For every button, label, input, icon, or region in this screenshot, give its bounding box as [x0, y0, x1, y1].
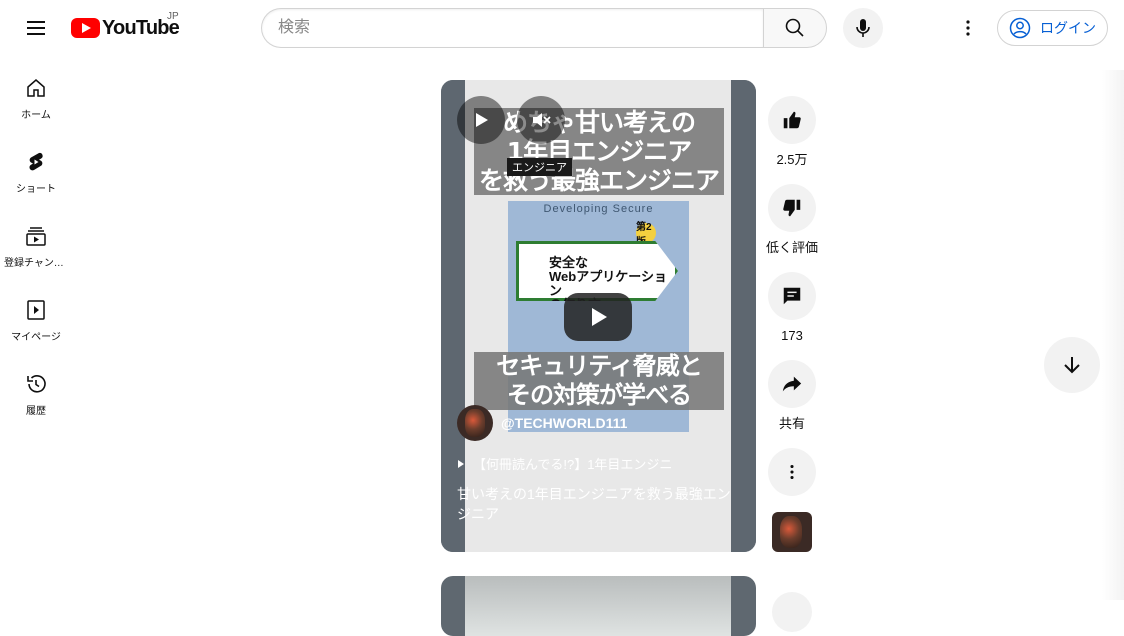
volume-off-icon [533, 113, 551, 127]
video-tag-label: エンジニア [507, 158, 572, 176]
thumbs-down-icon [783, 199, 801, 217]
library-icon [27, 300, 45, 320]
arrow-down-icon [1064, 357, 1080, 374]
next-like-button[interactable] [772, 592, 812, 632]
like-count: 2.5万 [776, 152, 808, 167]
video-title[interactable]: 甘い考えの1年目エンジニアを救う最強エンジニア [457, 484, 737, 524]
comment-action: 173 [764, 272, 820, 346]
edition-badge: 第2版 [636, 222, 656, 248]
history-icon [27, 375, 46, 393]
voice-search-button[interactable] [843, 8, 883, 48]
share-action: 共有 [764, 360, 820, 434]
like-button[interactable] [768, 96, 816, 144]
large-play-button[interactable] [564, 293, 632, 341]
sidebar-item-shorts[interactable]: ショート [0, 130, 72, 204]
channel-name[interactable]: @TECHWORLD111 [501, 415, 627, 431]
more-vert-icon [966, 20, 970, 36]
scroll-shadow [1102, 70, 1124, 600]
sound-remix-thumbnail[interactable] [772, 512, 812, 552]
search-button[interactable] [763, 8, 827, 48]
comment-count: 173 [781, 328, 803, 343]
video-pillarbox-right [731, 80, 756, 552]
sidebar-item-label: ショート [16, 184, 56, 195]
sign-line: 安全な [549, 255, 589, 270]
country-code: JP [167, 11, 179, 22]
dislike-button[interactable] [768, 184, 816, 232]
sidebar-item-label: ホーム [21, 110, 51, 121]
dislike-action: 低く評価 [764, 184, 820, 258]
sidebar-item-label: マイページ [11, 332, 61, 343]
play-icon [592, 308, 607, 326]
more-action [764, 448, 820, 496]
overlay-caption-bottom: セキュリティ脅威と その対策が学べる [474, 352, 724, 410]
more-vert-icon [790, 464, 794, 480]
sidebar-item-subscriptions[interactable]: 登録チャンネル [0, 204, 72, 278]
sidebar-item-history[interactable]: 履歴 [0, 352, 72, 426]
next-video-button[interactable] [1044, 337, 1100, 393]
share-button[interactable] [768, 360, 816, 408]
overlay-line: セキュリティ脅威と [496, 352, 703, 380]
sign-in-button[interactable]: ログイン [997, 10, 1108, 46]
settings-menu-button[interactable] [952, 12, 984, 44]
play-pause-button[interactable] [457, 96, 505, 144]
menu-icon-line [27, 33, 45, 35]
home-icon [27, 79, 45, 97]
sidebar-item-home[interactable]: ホーム [0, 56, 72, 130]
sidebar-item-you[interactable]: マイページ [0, 278, 72, 352]
like-action: 2.5万 [764, 96, 820, 170]
sign-in-label: ログイン [1040, 20, 1096, 36]
video-frame [465, 576, 731, 636]
microphone-icon [856, 19, 870, 37]
overlay-line: めちゃ甘い考えの [502, 108, 696, 137]
sidebar-item-label: 履歴 [26, 406, 46, 417]
search-icon [785, 18, 804, 37]
playlist-link[interactable]: 【何冊読んでる!?】1年目エンジニ [457, 454, 672, 473]
thumbs-up-icon [783, 111, 801, 129]
shorts-actions: 2.5万 低く評価 173 共有 [764, 96, 820, 552]
share-icon [782, 376, 802, 392]
playlist-label: 【何冊読んでる!?】1年目エンジニ [473, 457, 673, 472]
channel-info: @TECHWORLD111 [457, 405, 627, 441]
search-input[interactable] [261, 8, 763, 48]
comments-button[interactable] [768, 272, 816, 320]
play-icon [476, 113, 488, 127]
guide-menu-button[interactable] [18, 10, 54, 46]
avatar[interactable] [457, 405, 493, 441]
next-shorts-player[interactable] [441, 576, 756, 636]
subscriptions-icon [26, 227, 46, 246]
menu-icon-line [27, 21, 45, 23]
sidebar-item-label: 登録チャンネル [4, 258, 68, 269]
play-small-icon [458, 459, 464, 468]
masthead: YouTube JP ログイン [0, 0, 1124, 56]
shorts-player[interactable]: めちゃ甘い考えの 1年目エンジニア を救う最強エンジニア Developing … [441, 80, 756, 552]
menu-icon-line [27, 27, 45, 29]
comment-icon [783, 287, 801, 305]
overlay-caption-top: めちゃ甘い考えの 1年目エンジニア を救う最強エンジニア [474, 108, 724, 195]
book-title: Developing Secure [543, 203, 654, 215]
mini-guide: ホーム ショート 登録チャンネル マイページ 履歴 [0, 56, 72, 426]
youtube-play-icon [71, 18, 100, 38]
dislike-label: 低く評価 [765, 240, 818, 255]
book-sign: 安全な Webアプリケーション の作り方 [516, 241, 678, 301]
mute-button[interactable] [517, 96, 565, 144]
account-icon [1009, 17, 1031, 39]
search-bar [261, 8, 827, 48]
video-pillarbox-left [441, 80, 465, 552]
more-actions-button[interactable] [768, 448, 816, 496]
youtube-logo[interactable]: YouTube [71, 16, 180, 40]
share-label: 共有 [778, 416, 805, 431]
shorts-icon [29, 152, 43, 171]
